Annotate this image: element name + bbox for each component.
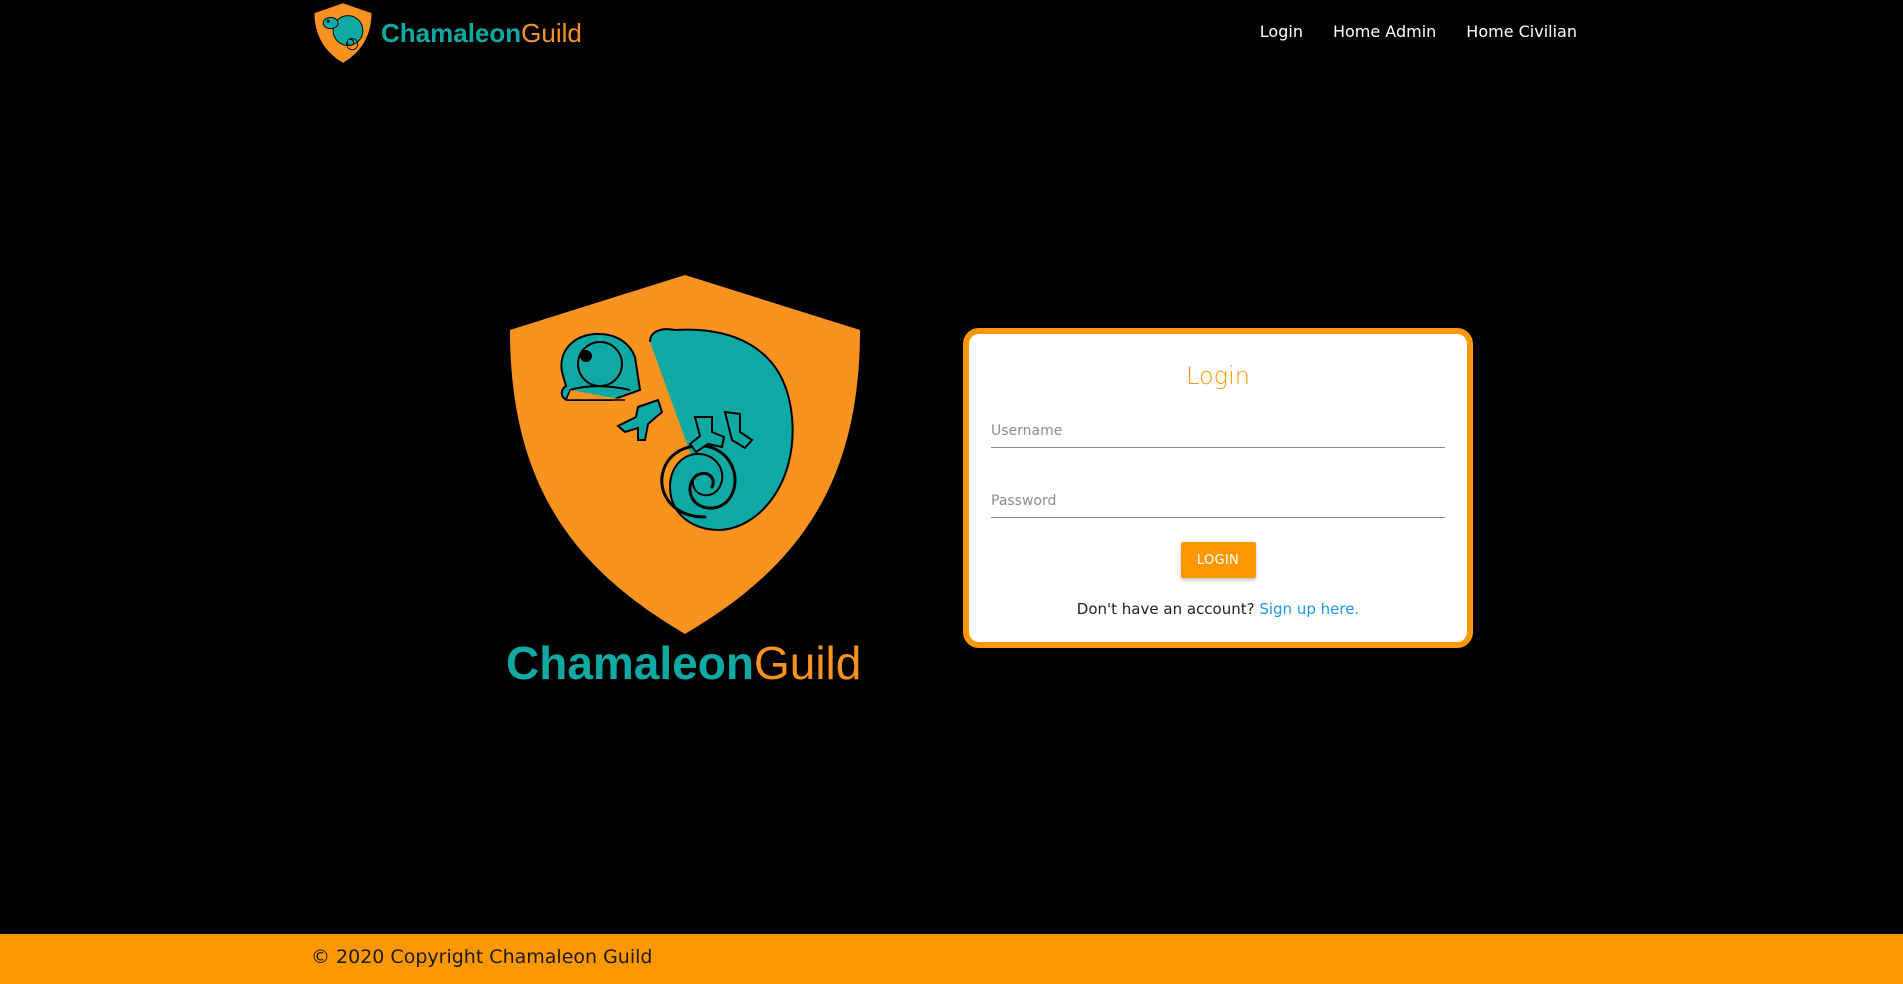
signup-link[interactable]: Sign up here. (1259, 600, 1359, 618)
brand-logo-link[interactable]: ChamaleonGuild (311, 2, 582, 64)
password-input[interactable] (991, 482, 1445, 516)
footer-copyright: © 2020 Copyright Chamaleon Guild (311, 946, 653, 968)
brand-wordmark: ChamaleonGuild (381, 20, 582, 46)
username-field-wrapper (991, 412, 1445, 448)
hero-logo (500, 272, 870, 692)
login-button[interactable]: LOGIN (1180, 542, 1256, 578)
navbar: ChamaleonGuild Login Home Admin Home Civ… (0, 0, 1903, 66)
hero-word2: Guild (753, 637, 862, 689)
chameleon-shield-icon (314, 3, 372, 63)
footer: © 2020 Copyright Chamaleon Guild (0, 934, 1903, 984)
brand-word2: Guild (521, 18, 582, 48)
signup-line: Don't have an account? Sign up here. (991, 600, 1445, 618)
password-field-wrapper (991, 482, 1445, 518)
brand-word1: Chamaleon (381, 18, 522, 48)
hero-word1: Chamaleon (506, 637, 754, 689)
nav-links: Login Home Admin Home Civilian (1260, 22, 1577, 41)
chameleon-shield-logo-icon (510, 275, 860, 634)
page: ChamaleonGuild Login Home Admin Home Civ… (0, 0, 1903, 984)
login-card: Login LOGIN Don't have an account? Sign … (963, 328, 1473, 648)
nav-link-home-civilian[interactable]: Home Civilian (1466, 22, 1577, 41)
signup-prompt: Don't have an account? (1076, 600, 1260, 618)
login-button-row: LOGIN (991, 542, 1445, 578)
nav-link-login[interactable]: Login (1260, 22, 1303, 41)
nav-link-home-admin[interactable]: Home Admin (1333, 22, 1436, 41)
login-title: Login (1186, 362, 1250, 390)
hero-wordmark: ChamaleonGuild (506, 640, 861, 686)
username-input[interactable] (991, 412, 1445, 446)
